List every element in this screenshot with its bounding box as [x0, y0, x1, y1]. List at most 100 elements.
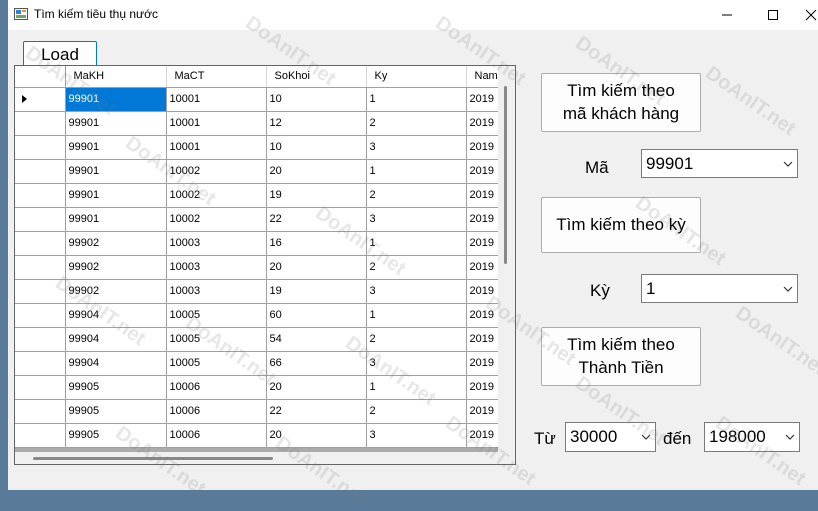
table-row[interactable]: 99905 10006 22 2 2019	[15, 399, 507, 424]
table-cell[interactable]: 99904	[65, 351, 167, 376]
table-cell[interactable]: 19	[266, 183, 367, 208]
table-cell[interactable]: 2	[366, 111, 467, 136]
row-header[interactable]	[15, 351, 66, 376]
table-row[interactable]: 99902 10003 20 2 2019	[15, 255, 507, 280]
close-button[interactable]	[796, 0, 818, 30]
table-row[interactable]: 99905 10006 20 1 2019	[15, 375, 507, 400]
column-header-makh[interactable]: MaKH	[65, 66, 167, 88]
search-by-customer-button[interactable]: Tìm kiếm theo mã khách hàng	[541, 73, 701, 132]
table-row[interactable]: 99901 10001 12 2 2019	[15, 111, 507, 136]
search-by-amount-button[interactable]: Tìm kiếm theo Thành Tiền	[541, 327, 701, 386]
table-cell[interactable]: 99901	[65, 207, 167, 232]
horizontal-scroll-thumb[interactable]	[33, 457, 273, 460]
horizontal-scrollbar[interactable]	[15, 452, 515, 464]
table-row[interactable]: 99904 10005 66 3 2019	[15, 351, 507, 376]
table-row[interactable]: 99905 10006 20 3 2019	[15, 423, 507, 448]
table-cell[interactable]: 1	[366, 87, 467, 112]
table-cell[interactable]: 10005	[166, 351, 267, 376]
row-header[interactable]	[15, 159, 66, 184]
table-cell[interactable]: 66	[266, 351, 367, 376]
table-cell[interactable]: 99901	[65, 135, 167, 160]
table-cell[interactable]: 3	[366, 351, 467, 376]
table-cell[interactable]: 10006	[166, 375, 267, 400]
period-select[interactable]: 1	[641, 274, 798, 303]
table-row[interactable]: 99901 10001 10 1 2019	[15, 87, 507, 112]
table-cell[interactable]: 16	[266, 231, 367, 256]
table-cell[interactable]: 10001	[166, 111, 267, 136]
table-cell[interactable]: 3	[366, 135, 467, 160]
table-cell[interactable]: 3	[366, 279, 467, 304]
row-header[interactable]	[15, 375, 66, 400]
table-cell[interactable]: 10006	[166, 423, 267, 448]
table-cell[interactable]: 2	[366, 183, 467, 208]
vertical-scroll-thumb[interactable]	[504, 86, 507, 264]
table-cell[interactable]: 2	[366, 327, 467, 352]
table-cell[interactable]: 1	[366, 303, 467, 328]
table-cell[interactable]: 99901	[65, 183, 167, 208]
table-cell[interactable]: 99904	[65, 327, 167, 352]
data-grid[interactable]: MaKH MaCT SoKhoi Ky Nam 99901 10001 10 1 201…	[14, 65, 516, 465]
table-cell[interactable]: 99901	[65, 87, 167, 112]
table-cell[interactable]: 3	[366, 207, 467, 232]
table-cell[interactable]: 1	[366, 375, 467, 400]
from-amount-select[interactable]: 30000	[565, 422, 656, 452]
row-header[interactable]	[15, 327, 66, 352]
row-header[interactable]	[15, 399, 66, 424]
table-cell[interactable]: 60	[266, 303, 367, 328]
table-cell[interactable]: 99905	[65, 423, 167, 448]
table-cell[interactable]: 19	[266, 279, 367, 304]
table-cell[interactable]: 10005	[166, 327, 267, 352]
table-cell[interactable]: 20	[266, 375, 367, 400]
table-cell[interactable]: 99902	[65, 255, 167, 280]
table-cell[interactable]: 10003	[166, 279, 267, 304]
table-cell[interactable]: 99904	[65, 303, 167, 328]
row-header[interactable]	[15, 207, 66, 232]
table-row[interactable]: 99902 10003 19 3 2019	[15, 279, 507, 304]
row-header[interactable]	[15, 111, 66, 136]
table-row[interactable]: 99901 10001 10 3 2019	[15, 135, 507, 160]
table-cell[interactable]: 3	[366, 423, 467, 448]
table-cell[interactable]: 12	[266, 111, 367, 136]
table-row[interactable]: 99901 10002 20 1 2019	[15, 159, 507, 184]
row-header[interactable]	[15, 255, 66, 280]
row-header[interactable]	[15, 231, 66, 256]
minimize-button[interactable]	[704, 0, 750, 30]
code-select[interactable]: 99901	[641, 149, 798, 178]
table-cell[interactable]: 99901	[65, 159, 167, 184]
table-row[interactable]: 99902 10003 16 1 2019	[15, 231, 507, 256]
vertical-scrollbar[interactable]	[498, 66, 515, 464]
table-cell[interactable]: 10001	[166, 87, 267, 112]
row-header[interactable]	[15, 183, 66, 208]
table-cell[interactable]: 10003	[166, 255, 267, 280]
table-row[interactable]: 99904 10005 54 2 2019	[15, 327, 507, 352]
column-header-sokhoi[interactable]: SoKhoi	[266, 66, 367, 88]
table-cell[interactable]: 99905	[65, 375, 167, 400]
row-header[interactable]	[15, 135, 66, 160]
table-cell[interactable]: 2	[366, 255, 467, 280]
table-cell[interactable]: 10001	[166, 135, 267, 160]
table-row[interactable]: 99901 10002 22 3 2019	[15, 207, 507, 232]
row-header[interactable]	[15, 279, 66, 304]
table-cell[interactable]: 20	[266, 423, 367, 448]
table-cell[interactable]: 10	[266, 87, 367, 112]
table-cell[interactable]: 22	[266, 207, 367, 232]
row-header[interactable]	[15, 303, 66, 328]
table-cell[interactable]: 20	[266, 255, 367, 280]
table-cell[interactable]: 99902	[65, 231, 167, 256]
table-cell[interactable]: 20	[266, 159, 367, 184]
row-header[interactable]	[15, 423, 66, 448]
table-cell[interactable]: 10006	[166, 399, 267, 424]
table-cell[interactable]: 10003	[166, 231, 267, 256]
table-cell[interactable]: 10005	[166, 303, 267, 328]
table-row[interactable]: 99901 10002 19 2 2019	[15, 183, 507, 208]
table-cell[interactable]: 2	[366, 399, 467, 424]
search-by-period-button[interactable]: Tìm kiếm theo kỳ	[541, 197, 701, 253]
table-cell[interactable]: 10	[266, 135, 367, 160]
table-cell[interactable]: 22	[266, 399, 367, 424]
table-row[interactable]: 99904 10005 60 1 2019	[15, 303, 507, 328]
table-cell[interactable]: 10002	[166, 183, 267, 208]
table-cell[interactable]: 1	[366, 231, 467, 256]
table-cell[interactable]: 10002	[166, 207, 267, 232]
table-cell[interactable]: 54	[266, 327, 367, 352]
table-cell[interactable]: 1	[366, 159, 467, 184]
